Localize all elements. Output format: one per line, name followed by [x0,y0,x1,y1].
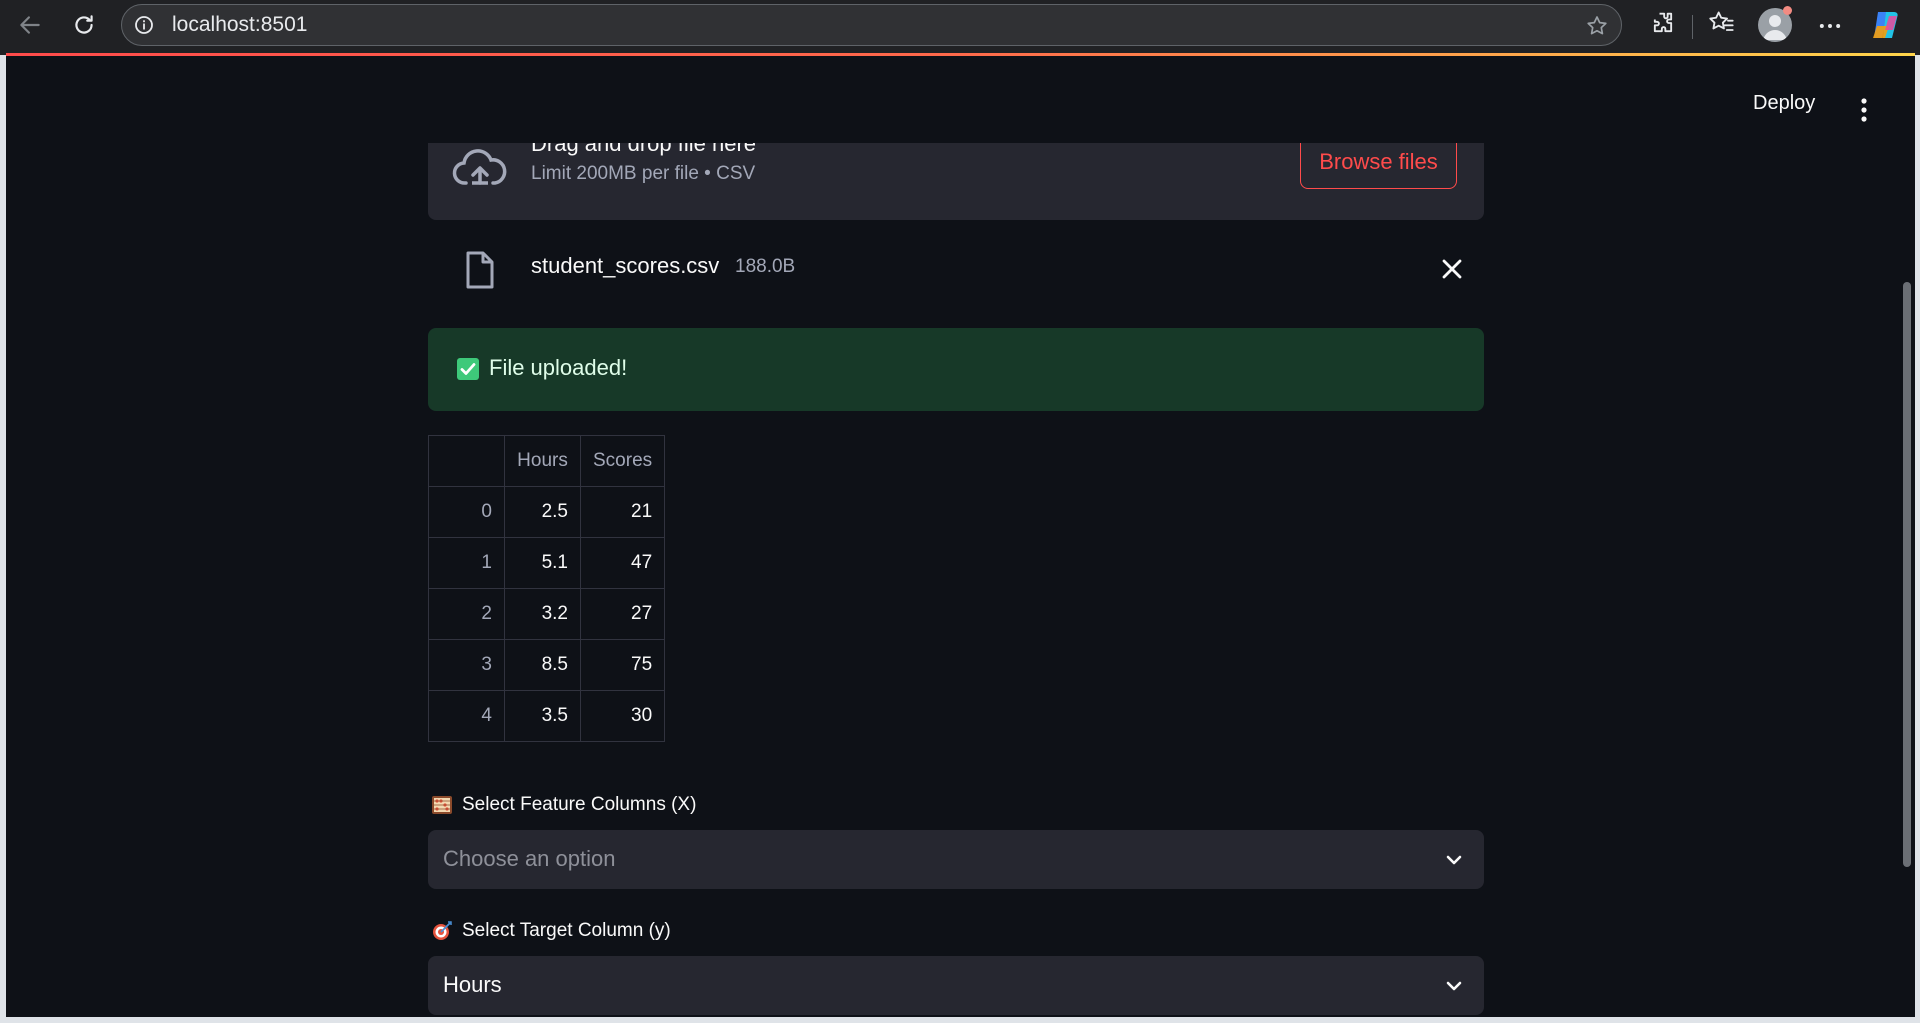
table-row: 0 2.5 21 [428,486,666,538]
file-name: student_scores.csv [531,253,720,278]
cell-scores[interactable]: 21 [579,486,666,538]
remove-file-icon[interactable] [1441,258,1463,280]
file-size: 188.0B [735,256,796,277]
toolbar-separator [1692,15,1693,39]
profile-notification-dot [1783,6,1792,15]
address-bar[interactable]: localhost:8501 [121,4,1622,46]
cell-scores[interactable]: 27 [579,588,666,640]
cell-hours[interactable]: 5.1 [504,537,581,589]
cell-hours[interactable]: 2.5 [504,486,581,538]
row-index: 0 [428,486,505,538]
favorites-icon[interactable] [1707,9,1735,37]
abacus-icon [432,796,452,814]
target-icon [433,921,452,940]
favorite-star-icon[interactable] [1585,14,1609,38]
table-row: 2 3.2 27 [428,588,666,640]
success-message: File uploaded! [489,355,628,380]
success-alert: File uploaded! [428,328,1484,411]
back-button[interactable] [12,7,48,43]
cell-scores[interactable]: 75 [579,639,666,691]
uploaded-file-row: student_scores.csv 188.0B [428,246,1484,296]
feature-select-label-text: Select Feature Columns (X) [462,794,697,815]
target-column-select[interactable]: Hours [428,956,1484,1015]
extensions-icon[interactable] [1649,9,1677,37]
index-header [428,435,505,487]
file-dropzone[interactable]: Drag and drop file here Limit 200MB per … [428,131,1484,220]
check-mark-icon [457,358,479,380]
column-header-hours[interactable]: Hours [504,435,581,487]
data-table[interactable]: Hours Scores 0 2.5 21 1 5.1 47 2 3.2 27 … [428,435,666,742]
copilot-icon[interactable] [1869,8,1903,42]
reload-button[interactable] [66,7,102,43]
back-arrow-icon [20,16,40,34]
more-options-icon[interactable] [1816,12,1844,40]
browse-files-button[interactable]: Browse files [1300,135,1457,189]
table-row: 4 3.5 30 [428,690,666,742]
reload-icon [75,15,93,34]
feature-columns-multiselect[interactable]: Choose an option [428,830,1484,889]
cell-hours[interactable]: 3.2 [504,588,581,640]
cell-scores[interactable]: 47 [579,537,666,589]
column-header-scores[interactable]: Scores [579,435,666,487]
site-info-icon[interactable] [134,15,154,35]
dropzone-limit-text: Limit 200MB per file • CSV [531,163,756,184]
row-index: 3 [428,639,505,691]
app-main: Deploy Drag and drop file here Limit 200… [6,56,1915,1017]
scroll-clip [428,116,1484,143]
chevron-down-icon[interactable] [1444,976,1464,996]
target-select-value: Hours [443,972,502,997]
feature-select-label: Select Feature Columns (X) [431,794,696,816]
table-header-row: Hours Scores [428,435,666,487]
file-icon [466,251,494,289]
browser-toolbar: localhost:8501 [0,0,1920,55]
row-index: 1 [428,537,505,589]
cell-scores[interactable]: 30 [579,690,666,742]
table-row: 1 5.1 47 [428,537,666,589]
main-menu-icon[interactable] [1854,96,1874,124]
target-select-label: Select Target Column (y) [431,920,671,942]
cell-hours[interactable]: 3.5 [504,690,581,742]
row-index: 4 [428,690,505,742]
chevron-down-icon[interactable] [1444,850,1464,870]
page-scrollbar[interactable] [1903,282,1911,867]
cloud-upload-icon [452,149,507,185]
row-index: 2 [428,588,505,640]
cell-hours[interactable]: 8.5 [504,639,581,691]
feature-select-placeholder: Choose an option [443,846,616,871]
target-select-label-text: Select Target Column (y) [462,920,671,941]
table-row: 3 8.5 75 [428,639,666,691]
deploy-button[interactable]: Deploy [1753,92,1815,115]
url-text[interactable]: localhost:8501 [172,5,307,45]
